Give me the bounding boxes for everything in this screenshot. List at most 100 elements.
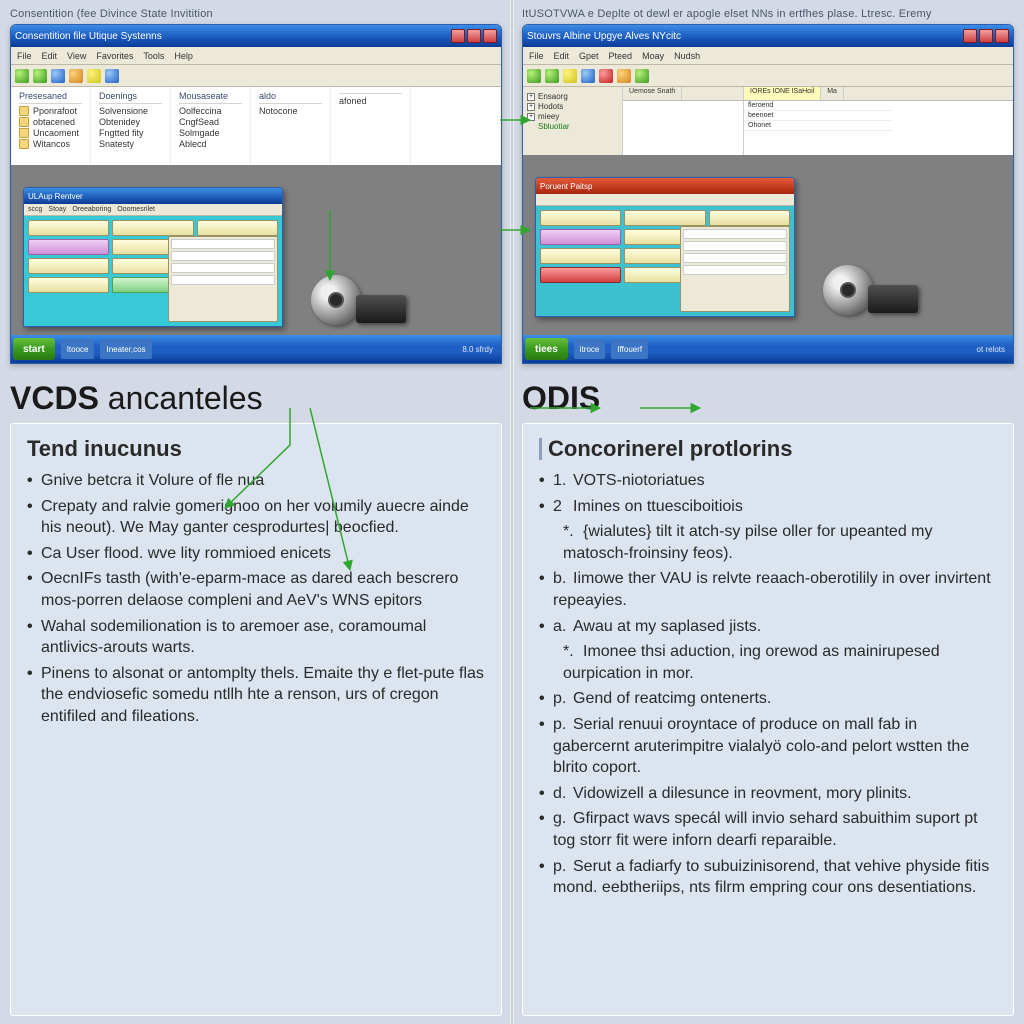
- expand-icon: +: [527, 93, 535, 101]
- left-toolbar: [11, 65, 501, 87]
- side-item: [683, 229, 787, 239]
- system-tray: ot relots: [971, 345, 1011, 354]
- right-caption: ItUSOTVWA e Deplte ot dewl er apogle els…: [522, 8, 1014, 20]
- taskbar-item: itroce: [574, 339, 606, 359]
- left-titlebar: Consentition file Utique Systenns: [11, 25, 501, 47]
- right-file-pane: +Ensaorg +Hodots +mieey Sbluotiar Uemose…: [523, 87, 1013, 155]
- minimize-icon: [963, 29, 977, 43]
- left-caption: Consentition (fee Divince State Invititi…: [10, 8, 502, 20]
- subhead-text: Concorinerel protlorins: [548, 436, 792, 462]
- file-item: Notocone: [259, 106, 298, 116]
- right-desktop-area: Poruent Paitsp: [523, 155, 1013, 335]
- list-item: p.Serial renuui oroyntace of produce on …: [539, 714, 997, 779]
- item-label: p.: [553, 688, 573, 710]
- list-item: d.Vidowizell a dilesunce in reovment, mo…: [539, 783, 997, 805]
- side-item: [171, 251, 275, 261]
- inner-menu-item: Ooomesrilet: [117, 206, 155, 213]
- item-text: Imines on ttuesciboitiois: [573, 498, 743, 515]
- disc-icon: [823, 265, 873, 315]
- right-detail-pane: IOREs IONE ISaHoil Ma fleroend beenoet O…: [743, 87, 893, 155]
- list-item: Wahal sodemilionation is to aremoer ase,…: [27, 616, 485, 659]
- side-item: [171, 275, 275, 285]
- col2-head: Doenings: [99, 91, 162, 104]
- item-text: Gend of reatcimg ontenerts.: [573, 690, 771, 707]
- forward-icon: [33, 69, 47, 83]
- inner-button: [540, 248, 621, 264]
- start-button: tiees: [525, 338, 568, 360]
- item-text: Iimowe ther VAU is relvte reaach-oberoti…: [553, 570, 991, 609]
- file-item: Oolfeccina: [179, 106, 222, 116]
- item-text: Vidowizell a dilesunce in reovment, mory…: [573, 785, 912, 802]
- tree-node: Hodots: [538, 102, 563, 111]
- device-hardware-icon: [813, 255, 933, 315]
- item-text: Serut a fadiarfy to subuizinisorend, tha…: [553, 858, 989, 897]
- right-screenshot-window: Stouvrs Albine Upgye Alves NYcitc File E…: [522, 24, 1014, 364]
- inner-button: [540, 229, 621, 245]
- inner-title-text: Poruent Paitsp: [540, 182, 592, 191]
- item-text: {wialutes} tilt it atch-sy pilse oller f…: [563, 523, 933, 562]
- inner-body: [24, 216, 282, 326]
- tree-view: +Ensaorg +Hodots +mieey Sbluotiar: [523, 87, 623, 155]
- file-item: Snatesty: [99, 139, 134, 149]
- search-icon: [87, 69, 101, 83]
- tree-node: Ensaorg: [538, 92, 568, 101]
- menu-item: Gpet: [579, 51, 599, 61]
- file-item: Fngtted fity: [99, 128, 144, 138]
- start-button: start: [13, 338, 55, 360]
- menu-item: Edit: [554, 51, 570, 61]
- left-screenshot-window: Consentition file Utique Systenns File E…: [10, 24, 502, 364]
- inner-button: [112, 220, 193, 236]
- left-title-text: Consentition file Utique Systenns: [15, 31, 162, 42]
- side-item: [171, 239, 275, 249]
- inner-menu-item: Oreeaboring: [72, 206, 111, 213]
- system-tray: 8.0 sfrdy: [456, 345, 499, 354]
- right-title-text: Stouvrs Albine Upgye Alves NYcitc: [527, 31, 681, 42]
- taskbar-item: Itooce: [61, 339, 95, 359]
- back-icon: [527, 69, 541, 83]
- item-text: Serial renuui oroyntace of produce on ma…: [553, 716, 969, 776]
- right-bullet-list: 1.VOTS-niotoriatues 2Imines on ttuescibo…: [539, 470, 997, 899]
- inner-menu-item: Stoay: [48, 206, 66, 213]
- expand-icon: +: [527, 103, 535, 111]
- item-label: *.: [563, 521, 583, 543]
- right-menubar: File Edit Gpet Pteed Moay Nudsh: [523, 47, 1013, 65]
- left-menubar: File Edit View Favorites Tools Help: [11, 47, 501, 65]
- column-divider: [510, 0, 514, 1024]
- tree-node: mieey: [538, 112, 559, 121]
- tool-icon: [599, 69, 613, 83]
- folder-icon: [69, 69, 83, 83]
- item-label: d.: [553, 783, 573, 805]
- tab-selected: IOREs IONE ISaHoil: [744, 87, 821, 100]
- item-label: 1.: [553, 470, 573, 492]
- list-item: Ca User flood. wve lity rommioed enicets: [27, 543, 485, 565]
- right-taskbar: tiees itroce Iffouerf ot relots: [523, 335, 1013, 363]
- file-item: Pponrafoot: [33, 106, 77, 116]
- list-item: b.Iimowe ther VAU is relvte reaach-obero…: [539, 568, 997, 611]
- inner-button: [28, 258, 109, 274]
- left-inner-window: ULAup Rentver sccg Stoay Oreeaboring Ooo…: [23, 187, 283, 327]
- file-item: Solmgade: [179, 128, 220, 138]
- item-label: p.: [553, 856, 573, 878]
- detail-line: Ohonet: [744, 121, 893, 131]
- item-label: 2: [553, 496, 573, 518]
- disc-icon: [311, 275, 361, 325]
- item-text: Imonee thsi aduction, ing orewod as main…: [563, 643, 940, 682]
- list-item: Crepaty and ralvie gomerignoo on her vol…: [27, 496, 485, 539]
- item-label: p.: [553, 714, 573, 736]
- list-item: Gnive betcra it Volure of fle nua: [27, 470, 485, 492]
- menu-item: Moay: [642, 51, 664, 61]
- list-item: g.Gfirpact wavs specál will invio sehard…: [539, 808, 997, 851]
- file-icon: [19, 128, 29, 138]
- col3-head: Mousaseate: [179, 91, 242, 104]
- list-item: *.{wialutes} tilt it atch-sy pilse oller…: [539, 521, 997, 564]
- left-info-panel: Tend inucunus Gnive betcra it Volure of …: [10, 423, 502, 1016]
- list-item: Pinens to alsonat or antomplty thels. Em…: [27, 663, 485, 728]
- inner-menu-item: sccg: [28, 206, 42, 213]
- inner-button: [624, 210, 705, 226]
- close-icon: [995, 29, 1009, 43]
- left-subhead: Tend inucunus: [27, 436, 485, 462]
- list-item: 2Imines on ttuesciboitiois: [539, 496, 997, 518]
- right-toolbar: [523, 65, 1013, 87]
- views-icon: [105, 69, 119, 83]
- module-icon: [356, 295, 406, 323]
